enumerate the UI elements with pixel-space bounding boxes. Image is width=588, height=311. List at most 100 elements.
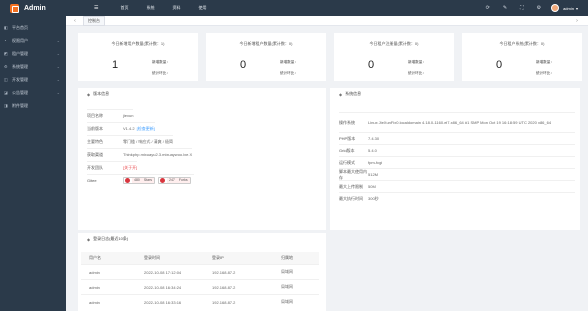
refresh-icon[interactable]: ⟳ (486, 5, 490, 11)
chevron-down-icon: ⌄ (56, 64, 60, 69)
cell-location: 局域网 (281, 269, 293, 274)
sidebar-item-label: 开发管理 (12, 76, 28, 82)
chevron-down-icon: ⌄ (56, 77, 60, 82)
table-row[interactable]: admin 2022-10-08 16:33:16 192.168.87.2 局… (81, 294, 319, 309)
stat-value: 0 (368, 59, 375, 71)
about-link[interactable]: [关于开] (123, 165, 137, 171)
row-value: 512M (368, 172, 379, 177)
row-value: Linux JieXunFix0.localdomain 4.18.0-1160… (368, 120, 552, 125)
top-nav-item-system[interactable]: 系统 (146, 5, 154, 11)
top-nav-item-home[interactable]: 首页 (120, 5, 128, 11)
cell-time: 2022-10-08 16:34:24 (144, 284, 182, 290)
top-right-tools: ⟳ ✎ ⛶ ⚙ admin ▾ (473, 0, 588, 16)
panel-title: 版本信息 (93, 91, 110, 96)
settings-icon[interactable]: ⚙ (537, 5, 541, 11)
top-bar: Admin ☰ 首页 系统 资料 使用 ⟳ ✎ ⛶ ⚙ admin ▾ (0, 0, 588, 16)
gitee-icon (125, 178, 130, 183)
gear-icon: ⚙ (4, 64, 8, 69)
stat-value: 0 (240, 59, 247, 71)
system-row-grid: Grid版本 5.4.0 (339, 144, 575, 156)
logo-icon (10, 3, 19, 13)
row-key: 开发团队 (87, 164, 103, 170)
row-key: PHP版本 (339, 135, 356, 141)
table-row[interactable]: admin 2022-10-08 16:34:24 192.168.87.2 局… (81, 279, 319, 294)
cell-time: 2022-10-08 17:12:04 (144, 269, 182, 275)
version-row-current: 当前版本 V1.4.2 [检查更新] (87, 122, 155, 134)
system-row-mode: 运行模式 fpm-fcgi (339, 156, 575, 168)
version-row-team: 开发团队 [关于开] (87, 161, 138, 173)
sidebar-item-tenants[interactable]: ◩ 租户管理 ⌄ (0, 47, 66, 60)
row-key: 脚本最大使用内存 (339, 168, 367, 180)
row-value: V1.4.2 (123, 126, 135, 131)
stat-sub-new: 新增数量： (536, 60, 554, 64)
stat-sub-new: 新增数量： (152, 60, 170, 64)
cell-username: admin (89, 284, 100, 290)
chevron-down-icon: ⌄ (56, 51, 60, 56)
stat-sub-ratio: 统计环比： (536, 71, 554, 75)
sidebar-item-permissions[interactable]: ◔ 权限用户 ⌄ (0, 34, 66, 47)
version-row-gitee: Gitee 480 Stars 247 Forks (87, 174, 194, 186)
version-row-project: 项目名称 jiexun (87, 109, 134, 121)
top-nav-item-usage[interactable]: 使用 (198, 5, 206, 11)
stat-sub-new: 新增数量： (408, 60, 426, 64)
chevron-left-icon[interactable]: ‹ (70, 18, 80, 24)
username[interactable]: admin (563, 6, 574, 11)
fullscreen-icon[interactable]: ⛶ (520, 5, 524, 11)
bell-icon: ◪ (4, 90, 8, 95)
system-row-exec-time: 最大执行时间 300秒 (339, 192, 575, 204)
sidebar-item-label: 平台首页 (12, 24, 28, 30)
stat-value: 1 (112, 59, 119, 71)
menu-toggle-icon[interactable]: ☰ (94, 5, 98, 11)
stat-card-registrations: 今日租户注册量(累计数：0) 0 新增数量： 统计环比： (334, 33, 454, 81)
code-icon: ◫ (4, 77, 8, 82)
sidebar-item-system[interactable]: ⚙ 系统管理 ⌄ (0, 60, 66, 73)
brand[interactable]: Admin (0, 0, 66, 16)
cell-time: 2022-10-08 16:33:16 (144, 299, 182, 305)
log-icon: ◆ (87, 236, 91, 242)
system-row-memory: 脚本最大使用内存 512M (339, 168, 575, 180)
stars-count: 480 (132, 178, 142, 183)
app-name: Admin (24, 4, 46, 12)
avatar[interactable] (551, 4, 560, 12)
table-header: 用户名 登录时间 登录IP 归属地 (81, 252, 319, 264)
chevron-right-icon[interactable]: › (572, 18, 582, 24)
check-update-link[interactable]: [检查更新] (137, 126, 155, 132)
sidebar-item-dev[interactable]: ◫ 开发管理 ⌄ (0, 73, 66, 86)
gitee-icon (160, 178, 166, 183)
stat-title: 今日新增租户数量(累计数：0) (239, 41, 293, 46)
top-nav-item-docs[interactable]: 资料 (172, 5, 180, 11)
row-value: 50M (368, 184, 376, 189)
stars-badge[interactable]: 480 Stars (123, 177, 156, 184)
row-key: 运行模式 (339, 159, 355, 165)
column-header: 用户名 (89, 255, 101, 260)
stat-title: 今日新增用户数量(累计数：1) (111, 41, 165, 46)
forks-badge[interactable]: 247 Forks (158, 177, 191, 184)
row-key: 主要特色 (87, 138, 103, 144)
stat-sub-new: 新增数量： (280, 60, 298, 64)
home-icon: ◧ (4, 25, 8, 30)
tab-console[interactable]: 控制台 (83, 15, 105, 26)
row-value: Thinkphp.mixuayu2.3.mixuaywoo.lxe.X (123, 152, 193, 157)
sidebar-item-label: 系统管理 (12, 63, 28, 69)
cell-location: 局域网 (281, 299, 293, 304)
cell-username: admin (89, 269, 100, 275)
chevron-down-icon: ⌄ (56, 38, 60, 43)
chevron-down-icon[interactable]: ▾ (576, 6, 578, 11)
stat-sub-ratio: 统计环比： (152, 71, 170, 75)
sidebar-item-notices[interactable]: ◪ 公告管理 ⌄ (0, 86, 66, 99)
stat-card-tenants: 今日新增租户数量(累计数：0) 0 新增数量： 统计环比： (206, 33, 326, 81)
row-key: 当前版本 (87, 125, 103, 131)
info-icon: ◆ (339, 91, 343, 97)
cell-ip: 192.168.87.2 (212, 284, 236, 290)
row-key: 操作系统 (339, 119, 355, 125)
info-icon: ◆ (87, 91, 91, 97)
forks-label: Forks (176, 178, 190, 183)
row-value: jiexun (123, 113, 134, 118)
tabs-bar: ‹ 控制台 › (66, 15, 588, 26)
sidebar-item-attachments[interactable]: ◨ 附件管理 (0, 99, 66, 112)
edit-icon[interactable]: ✎ (503, 5, 507, 11)
table-row[interactable]: admin 2022-10-08 17:12:04 192.168.87.2 局… (81, 264, 319, 279)
panel-title: 登录日志(最近10条) (93, 236, 129, 241)
version-row-features: 主要特色 零门槛 / 响应式 / 清爽 / 极简 (87, 135, 174, 147)
sidebar-item-home[interactable]: ◧ 平台首页 (0, 21, 66, 34)
